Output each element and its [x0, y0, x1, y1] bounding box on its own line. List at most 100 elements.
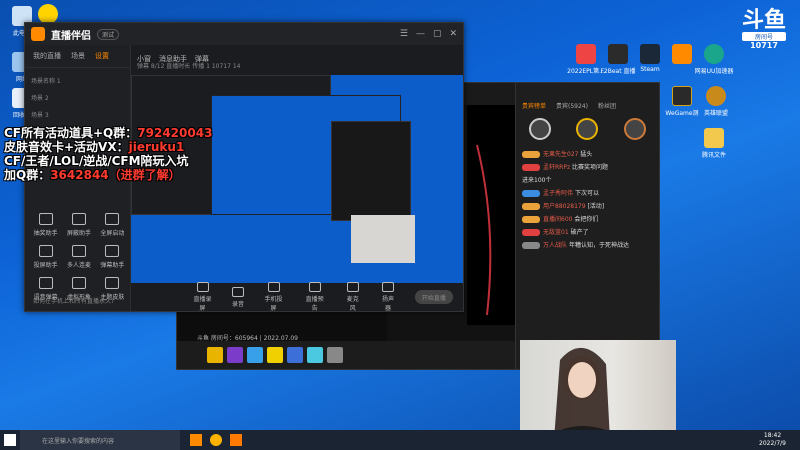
preview-status: 弹幕 8/12 直播时长 传播 1 10717 14: [137, 63, 241, 70]
mic-icon: [346, 282, 359, 292]
preview-cam: [351, 215, 415, 263]
start-live-button[interactable]: 开始直播: [414, 290, 454, 304]
tab-my-live[interactable]: 我的直播: [33, 51, 61, 61]
promo-line-2: 皮肤音效卡+活动VX：jieruku1: [4, 140, 185, 154]
taskbar-app-icon[interactable]: [230, 434, 242, 446]
window-controls: ☰ — ▢ ✕: [400, 29, 457, 39]
tab-vip[interactable]: 贵宾(5924): [556, 101, 588, 110]
titlebar: 直播伴侣 测试 ☰ — ▢ ✕: [25, 23, 463, 45]
clock-time: 18:42: [763, 432, 782, 439]
fullscreen-icon: [105, 213, 120, 225]
taskbar-app-icon[interactable]: [210, 434, 222, 446]
desktop-icon-lol[interactable]: 英雄联盟: [696, 86, 736, 117]
chat-message: 直播间600 会把你们: [522, 213, 653, 226]
left-tabs: 我的直播 场景 设置: [25, 45, 130, 68]
promo-line-3: CF/王者/LOL/逆战/CFM陪玩入坑: [4, 154, 189, 168]
tab-vip-rank[interactable]: 贵宾榜单: [522, 101, 546, 110]
webcam-figure: [540, 347, 630, 442]
tool-multi-mic[interactable]: 多人连麦: [62, 245, 95, 269]
desktop-icon-label: 网易UU加速器: [694, 68, 734, 75]
btn-record[interactable]: 录音: [232, 286, 244, 308]
minimize-icon[interactable]: —: [416, 29, 425, 39]
chat-message: 无果先生027 猛头: [522, 148, 653, 161]
gift-icon[interactable]: [287, 347, 303, 363]
help-hint[interactable]: 如何在手机上和所有直播永久?: [33, 296, 114, 305]
gift-icon[interactable]: [227, 347, 243, 363]
wegame-icon: [672, 86, 692, 106]
tool-block[interactable]: 屏蔽助手: [62, 213, 95, 237]
btn-mic[interactable]: 麦克风: [344, 282, 361, 312]
search-input[interactable]: 在这里输入你要搜索的内容: [20, 430, 180, 450]
scene-item[interactable]: 场景 2: [31, 89, 124, 106]
taskbar-app-icon[interactable]: [190, 434, 202, 446]
netease-icon: [704, 44, 724, 64]
shield-icon: [71, 213, 86, 225]
chat-messages: 无果先生027 猛头 孟轩RRPz 比赛奖项问题 进来100个 孟子秀阿伟 下次…: [516, 144, 659, 256]
calendar-icon: [308, 282, 321, 292]
app-title: 直播伴侣: [51, 30, 91, 42]
app-logo-icon: [38, 4, 58, 24]
bottom-toolbar: 直播录屏 录音 手机投屏 直播预告 麦克风 扬声器 开始直播: [131, 282, 463, 312]
room-tag: 房间号: [741, 32, 786, 41]
promo-line-1: CF所有活动道具+Q群：792420043: [4, 126, 213, 140]
btn-phone-cast[interactable]: 手机投屏: [262, 282, 285, 312]
btn-screen-record[interactable]: 直播录屏: [191, 282, 214, 312]
douyu-watermark: 斗鱼 房间号 10717: [741, 8, 786, 50]
btn-speaker[interactable]: 扬声器: [379, 282, 396, 312]
desktop-icon-folder[interactable]: 腾讯文件: [694, 128, 734, 159]
tool-fullscreen[interactable]: 全屏启动: [96, 213, 129, 237]
system-clock[interactable]: 18:42 2022/7/9: [759, 432, 786, 448]
gift-icon[interactable]: [247, 347, 263, 363]
cast-icon: [38, 245, 53, 257]
btn-preview[interactable]: 直播预告: [303, 282, 326, 312]
tool-danmaku[interactable]: 弹幕助手: [96, 245, 129, 269]
menu-icon[interactable]: ☰: [400, 29, 408, 39]
rank-avatars: [516, 114, 659, 144]
phone-icon: [267, 282, 280, 292]
tool-grid: 抽奖助手 屏蔽助手 全屏启动 投屏助手 多人连麦 弹幕助手 语音弹幕 虚拟形象 …: [29, 213, 129, 301]
f2beat-icon: [608, 44, 628, 64]
gift-icon[interactable]: [207, 347, 223, 363]
avatar-icon: [71, 277, 86, 289]
gift-bar: [177, 341, 515, 369]
video-decoration: [476, 144, 492, 316]
chat-icon: [105, 245, 120, 257]
scene-item[interactable]: 场景 3: [31, 106, 124, 123]
league-icon: [706, 86, 726, 106]
avatar[interactable]: [624, 118, 647, 140]
clock-date: 2022/7/9: [759, 440, 786, 447]
promo-overlay: CF所有活动道具+Q群：792420043 皮肤音效卡+活动VX：jieruku…: [4, 126, 212, 182]
tab-scene[interactable]: 场景: [71, 51, 85, 61]
avatar[interactable]: [528, 118, 551, 140]
taskbar: 在这里输入你要搜索的内容 18:42 2022/7/9: [0, 430, 800, 450]
start-icon[interactable]: [4, 434, 16, 446]
desktop-icon-netease[interactable]: 网易UU加速器: [694, 44, 734, 75]
gift-icon[interactable]: [327, 347, 343, 363]
folder-icon: [704, 128, 724, 148]
gift-icon: [38, 213, 53, 225]
nested-window: [331, 121, 411, 221]
stream-video: [467, 105, 517, 325]
room-number: 10717: [750, 41, 778, 50]
gift-icon[interactable]: [307, 347, 323, 363]
tab-fans[interactable]: 粉丝团: [598, 101, 616, 110]
chat-message: 无敌蓝01 破产了: [522, 226, 653, 239]
maximize-icon[interactable]: ▢: [433, 29, 442, 39]
chat-message: 进来100个: [522, 177, 552, 184]
uu-accelerator-icon: [672, 44, 692, 64]
tool-cast[interactable]: 投屏助手: [29, 245, 62, 269]
gift-icon[interactable]: [267, 347, 283, 363]
close-icon[interactable]: ✕: [449, 29, 457, 39]
chat-message: 孟子秀阿伟 下次可以: [522, 187, 653, 200]
scene-item[interactable]: 场景名称 1: [31, 72, 124, 89]
desktop-icon-label: 腾讯文件: [701, 152, 726, 159]
mic-icon: [71, 245, 86, 257]
avatar[interactable]: [576, 118, 599, 140]
tool-lottery[interactable]: 抽奖助手: [29, 213, 62, 237]
screen-icon: [196, 282, 209, 292]
tab-settings[interactable]: 设置: [95, 51, 109, 61]
douyu-logo: 斗鱼: [741, 8, 786, 33]
chat-panel: 贵宾榜单 贵宾(5924) 粉丝团 无果先生027 猛头 孟轩RRPz 比赛奖项…: [515, 83, 659, 369]
chat-message: 用户88028179 [活动]: [522, 200, 653, 213]
version-badge: 测试: [97, 28, 120, 40]
